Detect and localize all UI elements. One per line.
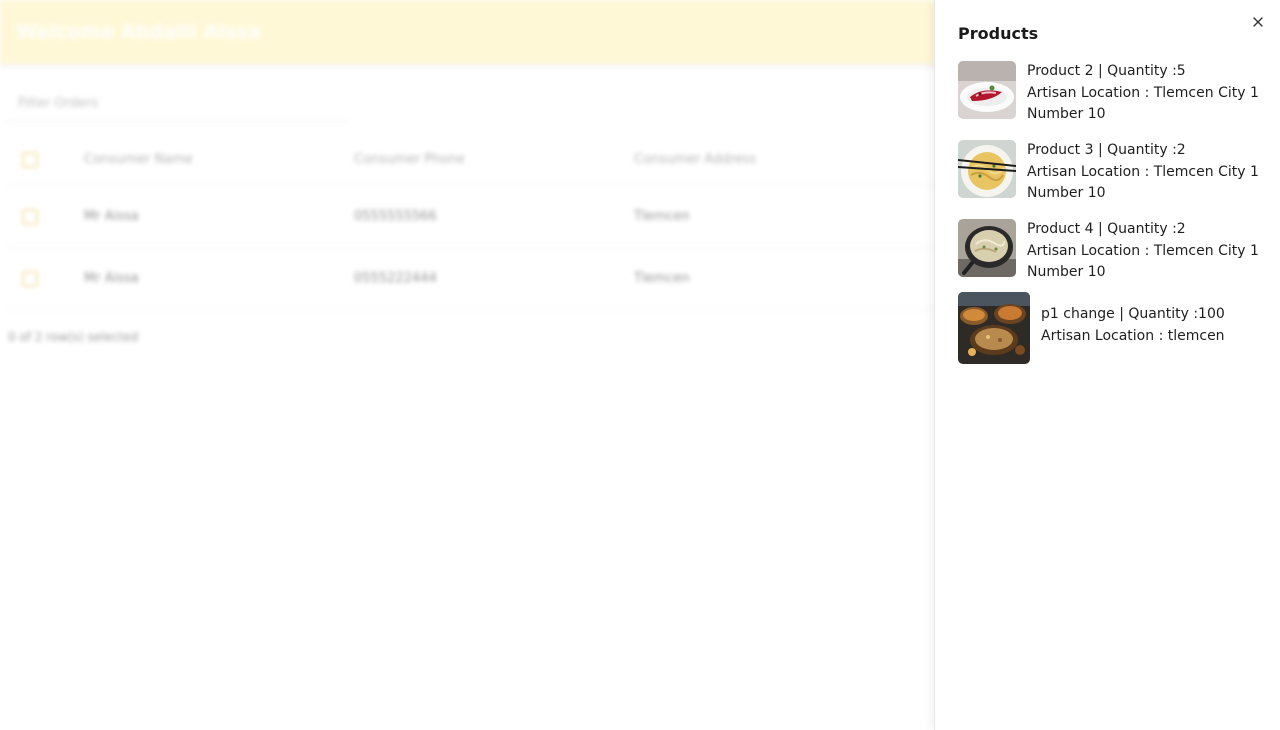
product-title: Product 4 | Quantity :2 (1027, 221, 1186, 237)
cell-consumer-address: Tlemcen (634, 271, 690, 286)
product-location-detail: Number 10 (1027, 264, 1106, 280)
product-location: Artisan Location : Tlemcen City 1 (1027, 84, 1259, 101)
orders-filter-placeholder: Filter Orders (18, 96, 99, 111)
app-title: Welcome Abdalli Aissa (16, 21, 262, 43)
column-header-consumer-phone[interactable]: Consumer Phone (354, 152, 634, 167)
close-button[interactable] (1249, 13, 1267, 31)
product-item[interactable]: Product 3 | Quantity :2 Artisan Location… (958, 140, 1259, 205)
table-row[interactable]: Mr Aissa 0555222444 Tlemcen (6, 248, 1006, 310)
column-header-consumer-address[interactable]: Consumer Address (634, 152, 914, 167)
cell-consumer-name: Mr Aissa (84, 271, 139, 286)
product-item[interactable]: Product 2 | Quantity :5 Artisan Location… (958, 61, 1259, 126)
product-image (958, 219, 1016, 277)
product-title: Product 3 | Quantity :2 (1027, 142, 1186, 158)
product-image (958, 140, 1016, 198)
table-header-row: Consumer Name Consumer Phone Consumer Ad… (6, 134, 1006, 186)
product-item[interactable]: Product 4 | Quantity :2 Artisan Location… (958, 219, 1259, 284)
product-title: Product 2 | Quantity :5 (1027, 63, 1186, 79)
products-drawer: Products Product 2 | Quantity :5 Artisan… (934, 0, 1280, 730)
cell-consumer-name: Mr Aissa (84, 209, 139, 224)
select-all-checkbox[interactable] (22, 151, 38, 168)
product-info: Product 2 | Quantity :5 Artisan Location… (1027, 61, 1259, 126)
cell-consumer-phone: 0555222444 (354, 271, 437, 286)
drawer-title: Products (958, 24, 1039, 43)
column-header-consumer-name[interactable]: Consumer Name (84, 152, 354, 167)
close-icon (1253, 17, 1263, 27)
product-image (958, 61, 1016, 119)
product-location: Artisan Location : Tlemcen City 1 (1027, 242, 1259, 259)
product-image (958, 292, 1030, 364)
product-info: p1 change | Quantity :100 Artisan Locati… (1041, 304, 1225, 347)
product-location: Artisan Location : Tlemcen City 1 (1027, 163, 1259, 180)
cell-consumer-address: Tlemcen (634, 209, 690, 224)
product-info: Product 4 | Quantity :2 Artisan Location… (1027, 219, 1259, 284)
table-row[interactable]: Mr Aissa 0555555566 Tlemcen (6, 186, 1006, 248)
product-location-detail: Number 10 (1027, 106, 1106, 122)
product-title: p1 change | Quantity :100 (1041, 306, 1225, 322)
row-checkbox[interactable] (22, 208, 38, 225)
product-info: Product 3 | Quantity :2 Artisan Location… (1027, 140, 1259, 205)
product-location: Artisan Location : tlemcen (1041, 327, 1225, 344)
orders-filter-input[interactable]: Filter Orders (6, 86, 348, 122)
cell-consumer-phone: 0555555566 (354, 209, 437, 224)
product-location-detail: Number 10 (1027, 185, 1106, 201)
product-item[interactable]: p1 change | Quantity :100 Artisan Locati… (958, 292, 1225, 364)
row-checkbox[interactable] (22, 270, 38, 287)
orders-table: Consumer Name Consumer Phone Consumer Ad… (6, 134, 1006, 310)
selection-status: 0 of 2 row(s) selected (8, 330, 139, 344)
